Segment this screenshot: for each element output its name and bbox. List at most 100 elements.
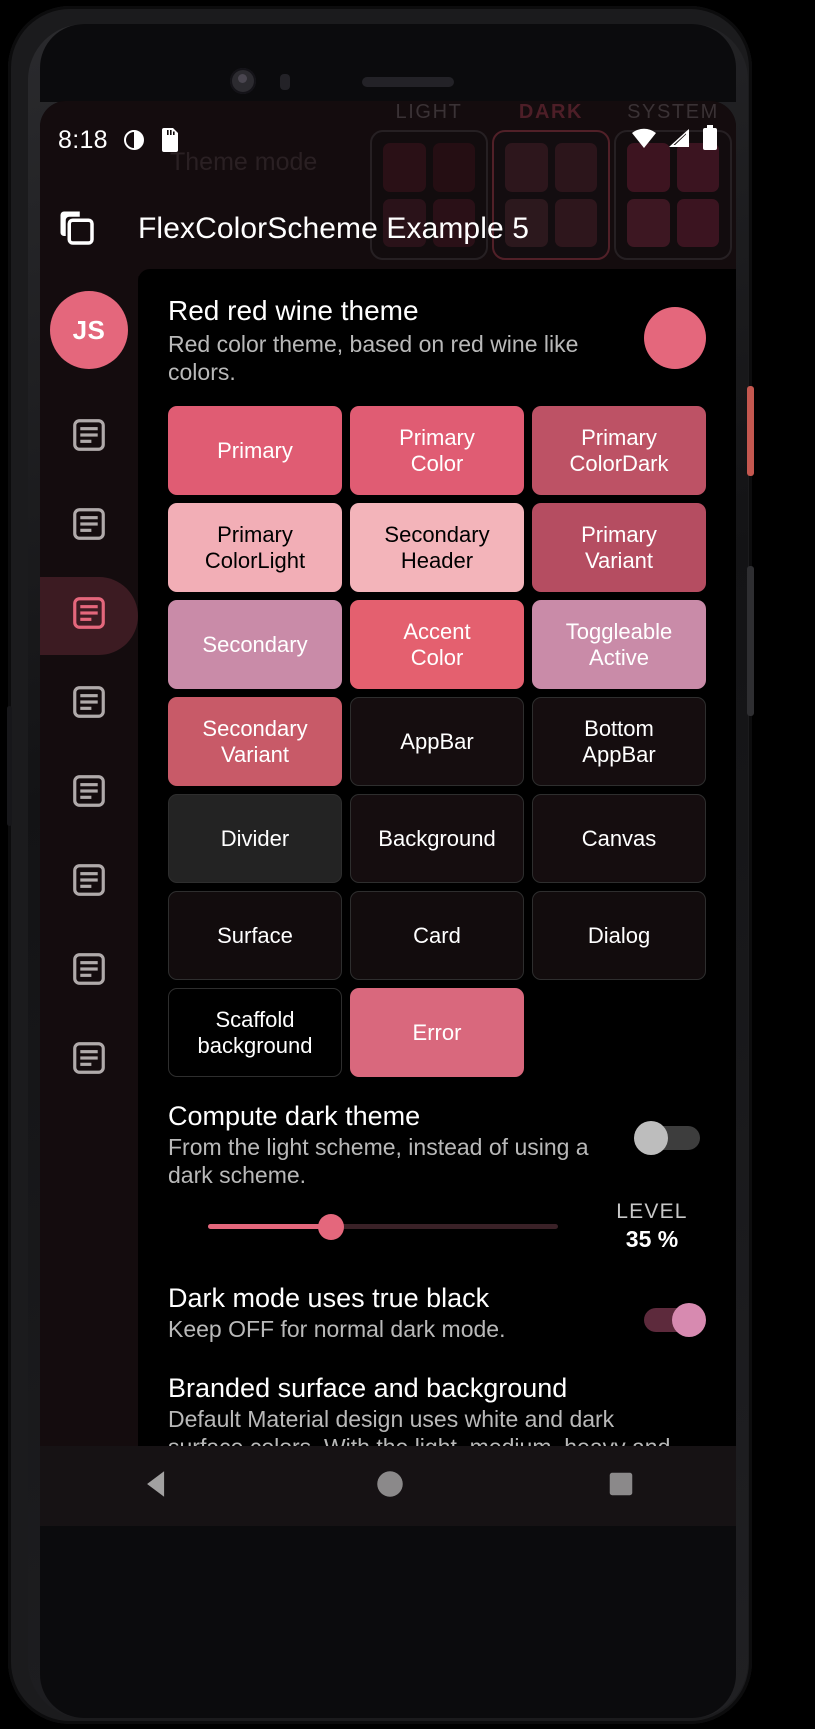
branded-surface-title: Branded surface and background xyxy=(168,1373,568,1404)
proximity-sensor-icon xyxy=(280,74,290,90)
color-card[interactable]: Error xyxy=(350,988,524,1078)
compute-dark-theme-row: Compute dark theme From the light scheme… xyxy=(168,1101,706,1189)
color-card-label: Secondary Variant xyxy=(202,716,308,767)
color-card[interactable]: Canvas xyxy=(532,794,706,884)
color-card[interactable]: Primary ColorDark xyxy=(532,406,706,496)
color-card-label: Background xyxy=(378,826,496,852)
level-value: 35 % xyxy=(625,1225,679,1252)
article-icon xyxy=(70,950,108,993)
true-black-row: Dark mode uses true black Keep OFF for n… xyxy=(168,1283,706,1344)
article-icon xyxy=(70,861,108,904)
branded-surface-text: Branded surface and background Default M… xyxy=(168,1373,706,1446)
color-card[interactable]: Secondary Variant xyxy=(168,697,342,787)
color-card-label: AppBar xyxy=(400,729,474,755)
back-triangle-icon[interactable] xyxy=(140,1467,174,1506)
system-navigation-bar xyxy=(40,1446,736,1526)
color-card[interactable]: Primary xyxy=(168,406,342,496)
color-card[interactable]: Background xyxy=(350,794,524,884)
color-card-label: Toggleable Active xyxy=(565,619,673,670)
app-bar: FlexColorScheme Example 5 xyxy=(40,189,736,269)
level-row: LEVEL 35 % xyxy=(168,1200,706,1253)
sidebar-item-2[interactable] xyxy=(40,482,138,571)
article-icon xyxy=(70,772,108,815)
color-card[interactable]: Secondary xyxy=(168,600,342,690)
navigation-rail: JS xyxy=(40,269,138,1446)
sidebar-item-6[interactable] xyxy=(40,838,138,927)
article-icon xyxy=(70,505,108,548)
article-icon xyxy=(70,683,108,726)
color-card-label: Scaffold background xyxy=(197,1007,313,1058)
color-card-label: Primary xyxy=(217,438,293,464)
compute-dark-theme-title: Compute dark theme xyxy=(168,1101,421,1132)
color-card-grid: Primary Primary Color Primary ColorDark Pri… xyxy=(168,406,706,1078)
wifi-icon xyxy=(630,127,658,154)
color-card[interactable]: Dialog xyxy=(532,891,706,981)
earpiece-speaker xyxy=(362,77,454,87)
switch-thumb xyxy=(634,1121,668,1156)
color-card-label: Canvas xyxy=(581,826,657,852)
left-side-button[interactable] xyxy=(7,706,12,826)
scheme-color-swatch[interactable] xyxy=(644,307,706,369)
sidebar-item-1[interactable] xyxy=(40,393,138,482)
color-card-label: Secondary Header xyxy=(384,522,490,573)
color-card[interactable]: Primary Color xyxy=(350,406,524,496)
volume-button[interactable] xyxy=(747,566,754,716)
camera-lens-dot xyxy=(238,74,247,83)
color-card-label: Bottom AppBar xyxy=(582,716,656,767)
branded-surface-row: Branded surface and background Default M… xyxy=(168,1373,706,1446)
color-card[interactable]: Card xyxy=(350,891,524,981)
article-icon xyxy=(70,594,108,637)
true-black-text: Dark mode uses true black Keep OFF for n… xyxy=(168,1283,634,1344)
true-black-title: Dark mode uses true black xyxy=(168,1282,490,1313)
slider-thumb[interactable] xyxy=(317,1214,344,1241)
sidebar-item-3[interactable] xyxy=(40,571,138,660)
scheme-subtitle: Red color theme, based on red wine like … xyxy=(168,331,579,385)
color-card[interactable]: Accent Color xyxy=(350,600,524,690)
home-circle-icon[interactable] xyxy=(373,1467,407,1506)
slider-track-active xyxy=(208,1224,331,1230)
switch-thumb xyxy=(672,1302,706,1337)
status-right-icons xyxy=(630,124,718,156)
power-button[interactable] xyxy=(747,386,754,476)
sidebar-item-4[interactable] xyxy=(40,660,138,749)
sidebar-item-8[interactable] xyxy=(40,1016,138,1105)
status-bar: 8:18 xyxy=(40,119,736,161)
battery-icon xyxy=(702,124,718,156)
color-card-label: Primary Variant xyxy=(581,522,657,573)
signal-icon xyxy=(667,127,693,154)
content-panel[interactable]: Red red wine theme Red color theme, base… xyxy=(138,269,736,1446)
color-card[interactable]: Scaffold background xyxy=(168,988,342,1078)
color-card[interactable]: Secondary Header xyxy=(350,503,524,593)
level-slider[interactable] xyxy=(168,1203,598,1249)
sidebar-item-5[interactable] xyxy=(40,749,138,838)
compute-dark-theme-switch[interactable] xyxy=(634,1121,706,1156)
color-card[interactable]: Divider xyxy=(168,794,342,884)
copy-pages-icon[interactable] xyxy=(40,208,116,250)
color-card-label: Error xyxy=(412,1020,462,1046)
scheme-header: Red red wine theme Red color theme, base… xyxy=(168,295,706,386)
color-card[interactable]: Toggleable Active xyxy=(532,600,706,690)
page-title: FlexColorScheme Example 5 xyxy=(138,212,529,245)
color-card-label: Dialog xyxy=(587,923,651,949)
branded-surface-subtitle: Default Material design uses white and d… xyxy=(168,1406,670,1446)
phone-screen: Theme mode LIGHT DARK SYSTEM 8:18 FlexCo… xyxy=(40,101,736,1446)
true-black-subtitle: Keep OFF for normal dark mode. xyxy=(168,1315,506,1342)
level-readout: LEVEL 35 % xyxy=(598,1200,706,1253)
color-card-label: Divider xyxy=(220,826,290,852)
compute-dark-theme-subtitle: From the light scheme, instead of using … xyxy=(168,1134,589,1189)
recents-square-icon[interactable] xyxy=(606,1469,636,1504)
true-black-switch[interactable] xyxy=(634,1302,706,1337)
color-card-label: Card xyxy=(413,923,461,949)
phone-frame: Theme mode LIGHT DARK SYSTEM 8:18 FlexCo… xyxy=(7,6,754,1724)
article-icon xyxy=(70,416,108,459)
color-card[interactable]: Primary ColorLight xyxy=(168,503,342,593)
color-card[interactable]: Primary Variant xyxy=(532,503,706,593)
sd-card-icon xyxy=(160,128,180,152)
color-card-label: Accent Color xyxy=(403,619,471,670)
color-card[interactable]: Bottom AppBar xyxy=(532,697,706,787)
article-icon xyxy=(70,1039,108,1082)
color-card[interactable]: AppBar xyxy=(350,697,524,787)
sidebar-item-7[interactable] xyxy=(40,927,138,1016)
color-card[interactable]: Surface xyxy=(168,891,342,981)
avatar[interactable]: JS xyxy=(50,291,128,369)
